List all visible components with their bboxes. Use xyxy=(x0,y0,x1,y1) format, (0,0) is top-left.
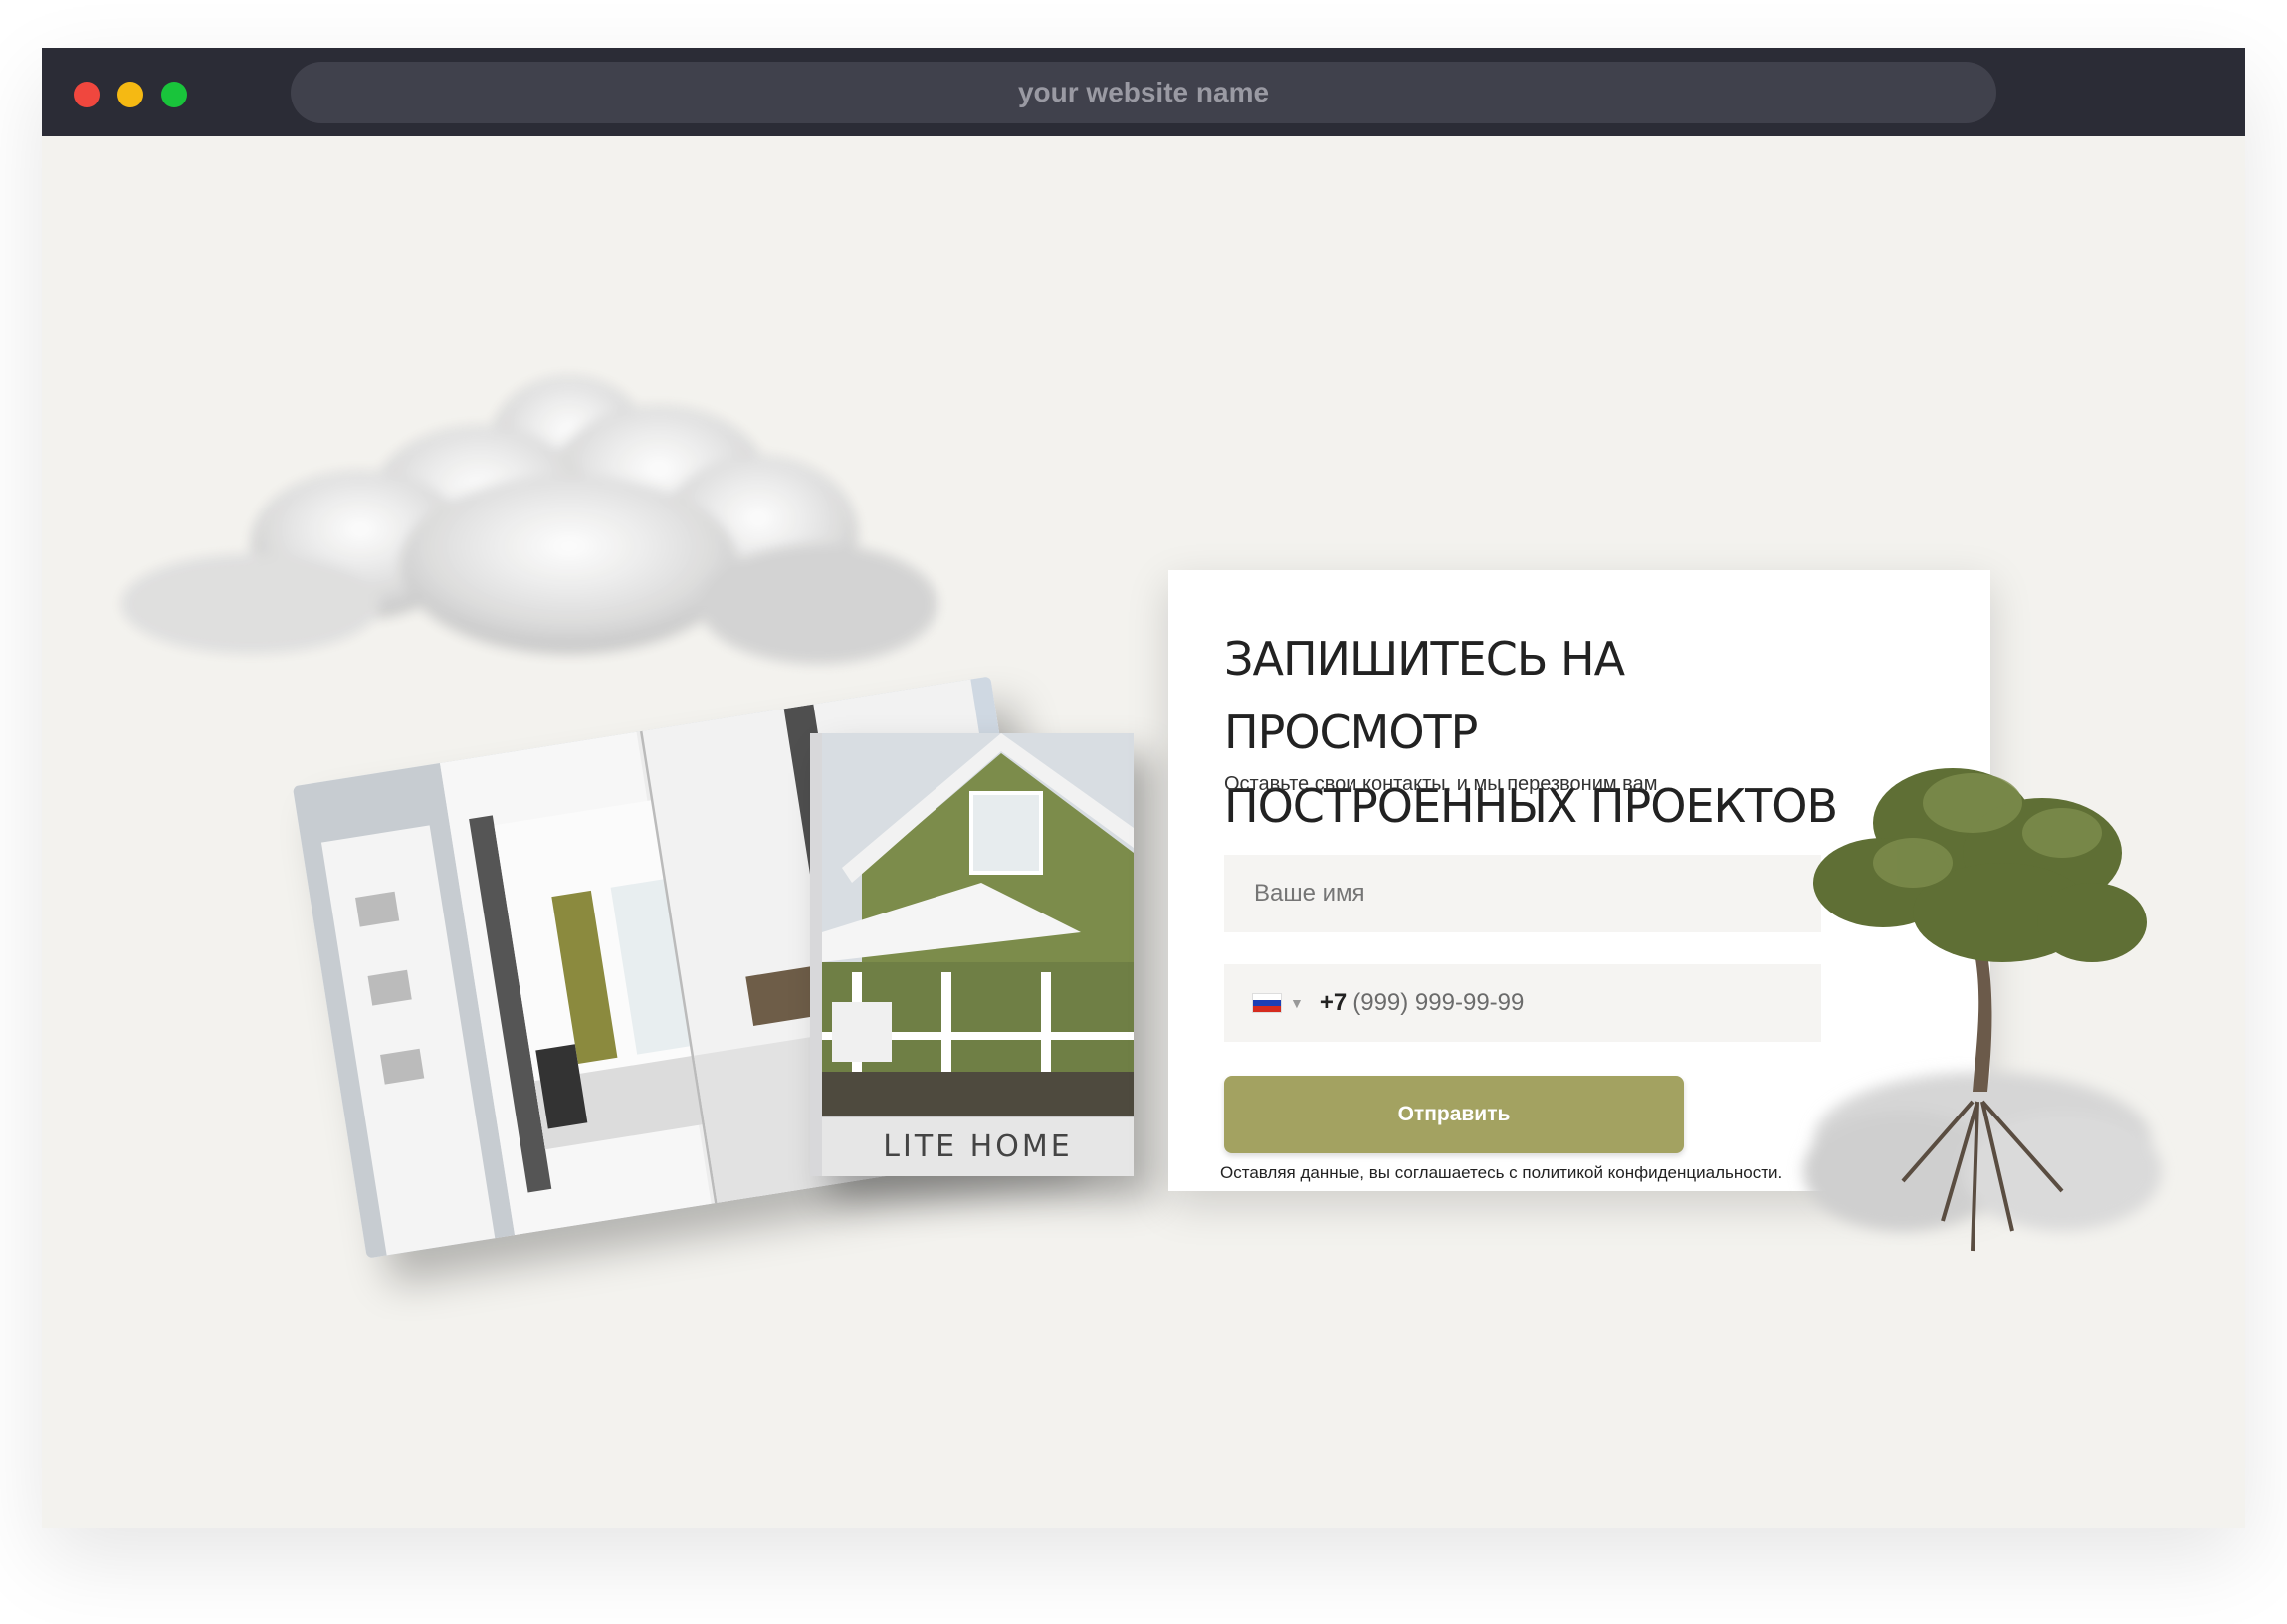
tree-decoration xyxy=(1803,768,2162,1252)
maximize-window-button[interactable] xyxy=(161,82,187,107)
country-dropdown-caret-icon[interactable]: ▼ xyxy=(1290,995,1304,1011)
minimize-window-button[interactable] xyxy=(117,82,143,107)
submit-button[interactable]: Отправить xyxy=(1224,1076,1684,1153)
address-bar-text: your website name xyxy=(1017,77,1270,107)
form-title-line1: Запишитесь на просмотр xyxy=(1224,632,1625,759)
phone-country-code: +7 xyxy=(1319,989,1348,1016)
form-title: Запишитесь на просмотр построенных проек… xyxy=(1224,622,1861,843)
address-bar[interactable]: your website name xyxy=(291,62,1996,123)
privacy-consent-text: Оставляя данные, вы соглашаетесь с полит… xyxy=(1220,1163,1783,1182)
phone-mask-placeholder: (999) 999-99-99 xyxy=(1352,989,1525,1016)
landing-page: LITE HOME Запишитесь на просмотр построе… xyxy=(42,136,2245,1528)
form-subtitle: Оставьте свои контакты, и мы перезвоним … xyxy=(1224,773,1658,795)
cloud-decoration xyxy=(121,375,937,664)
browser-titlebar: your website name xyxy=(42,48,2245,136)
lite-home-book-image: LITE HOME xyxy=(810,733,1134,1176)
house-photo xyxy=(822,733,1134,1116)
phone-input[interactable]: ▼ +7 (999) 999-99-99 xyxy=(1224,964,1821,1042)
name-input[interactable] xyxy=(1224,855,1821,932)
close-window-button[interactable] xyxy=(74,82,100,107)
browser-window: your website name LITE HOME ЗАПИШИТЕСЬ Н… xyxy=(42,48,2245,1528)
book-caption: LITE HOME xyxy=(822,1116,1134,1176)
ru-flag-icon[interactable] xyxy=(1252,993,1282,1013)
